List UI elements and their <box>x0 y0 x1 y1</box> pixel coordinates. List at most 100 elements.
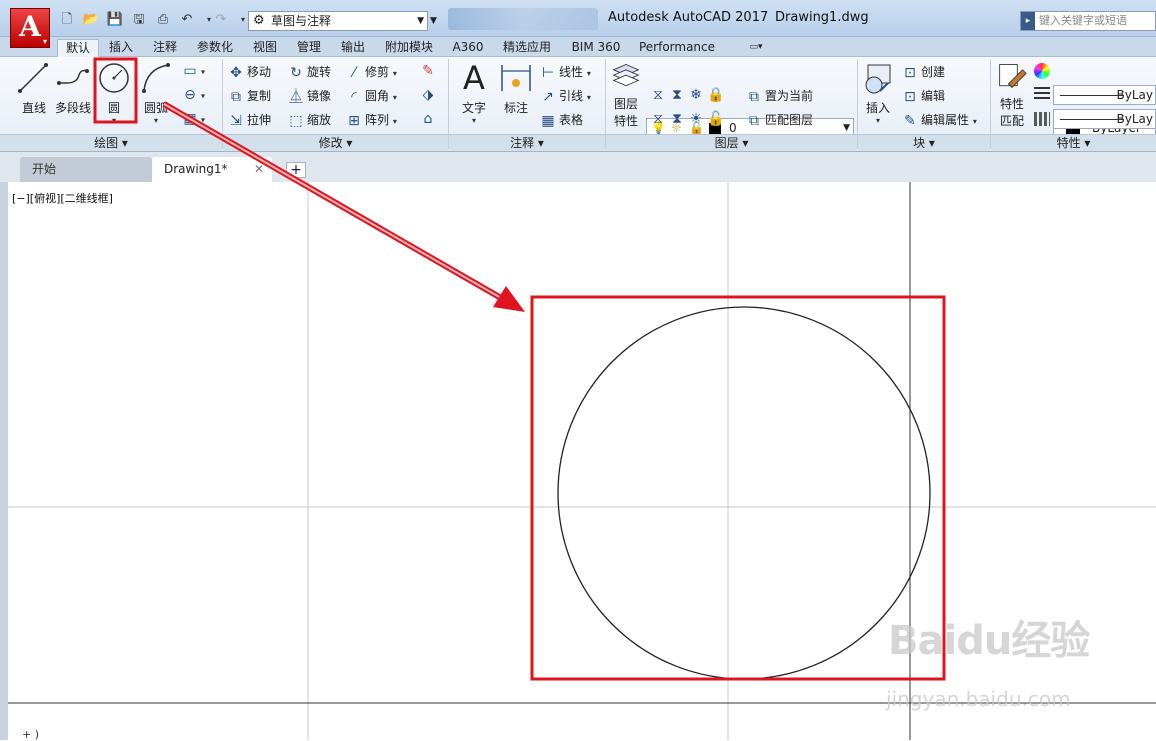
layer-on-icon: ⧖ <box>653 111 663 127</box>
tab-insert[interactable]: 插入 <box>104 39 138 57</box>
lineweight-dropdown[interactable]: ByLay <box>1053 85 1156 105</box>
text-button[interactable]: A 文字 ▾ <box>456 61 492 125</box>
layer-stack-icon <box>612 64 640 87</box>
block-panel-title[interactable]: 块 ▾ <box>858 134 990 151</box>
blurred-region <box>448 8 598 30</box>
rectangle-button[interactable]: ▭ ▾ <box>182 63 205 79</box>
modify-panel-title[interactable]: 修改 ▾ <box>223 134 448 151</box>
layers-panel-title[interactable]: 图层 ▾ <box>606 134 857 151</box>
edit-attributes-button[interactable]: ✎ 编辑属性 ▾ <box>902 111 977 129</box>
insert-block-button[interactable]: 插入 ▾ <box>860 61 896 125</box>
print-icon[interactable]: ⎙ <box>154 11 172 29</box>
redo-icon[interactable]: ↷ <box>212 11 230 29</box>
polyline-button[interactable]: 多段线 <box>54 61 92 116</box>
offset-icon: ⌂ <box>423 111 433 127</box>
tab-a360[interactable]: A360 <box>448 39 488 57</box>
tab-performance[interactable]: Performance <box>636 39 718 57</box>
linetype-icon[interactable] <box>1034 112 1050 126</box>
search-expand-icon: ▸ <box>1021 12 1035 30</box>
chevron-down-icon: ▾ <box>201 67 206 77</box>
layer-properties-button[interactable]: 图层 特性 <box>610 61 642 129</box>
tab-home[interactable]: 默认 <box>57 39 99 57</box>
layer-tools-row1[interactable]: ⧖ ⧗ ❄ 🔒 <box>650 87 726 103</box>
annotation-panel-title[interactable]: 注释 ▾ <box>449 134 605 151</box>
chevron-down-icon: ▾ <box>586 93 591 102</box>
match-properties-button[interactable]: 特性 匹配 <box>996 61 1028 129</box>
save-as-icon[interactable]: 🖫 <box>130 11 148 29</box>
tab-featured-apps[interactable]: 精选应用 <box>498 39 556 57</box>
application-menu-button[interactable]: A ▾ <box>10 8 50 48</box>
lineweight-icon[interactable] <box>1034 87 1050 101</box>
new-file-icon[interactable]: 🗋 <box>58 11 76 29</box>
polyline-icon <box>57 69 89 85</box>
chevron-down-icon: ▼ <box>417 16 424 26</box>
open-folder-icon[interactable]: 📂 <box>82 11 100 29</box>
make-current-icon: ⧉ <box>749 88 759 105</box>
tab-annotate[interactable]: 注释 <box>148 39 182 57</box>
boundary-button[interactable]: ▦ ▾ <box>182 111 205 127</box>
rotate-button[interactable]: ↻ 旋转 <box>288 63 331 81</box>
linear-button[interactable]: ⊢ 线性 ▾ <box>540 63 591 81</box>
tab-parametric[interactable]: 参数化 <box>192 39 238 57</box>
layer-unlock-icon: 🔓 <box>707 111 725 127</box>
ucs-icon-fragment: + ) <box>22 728 40 741</box>
tab-start[interactable]: 开始 <box>20 157 152 182</box>
create-block-button[interactable]: ⊡ 创建 <box>902 63 945 81</box>
hatch-button[interactable]: ⊖ ▾ <box>182 87 205 103</box>
rotate-icon: ↻ <box>290 64 302 81</box>
edit-block-button[interactable]: ⊡ 编辑 <box>902 87 945 105</box>
chevron-down-icon: ▾ <box>471 116 476 125</box>
leader-button[interactable]: ↗ 引线 ▾ <box>540 87 591 105</box>
layer-tools-row2[interactable]: ⧖ ⧗ ☀ 🔓 <box>650 111 726 127</box>
edit-attributes-icon: ✎ <box>904 112 916 129</box>
table-button[interactable]: ▦ 表格 <box>540 111 583 129</box>
erase-button[interactable]: ✎ <box>420 63 439 79</box>
stretch-icon: ⇲ <box>230 112 242 129</box>
properties-panel-title[interactable]: 特性 ▾ <box>991 134 1156 151</box>
close-icon[interactable]: ✕ <box>254 157 264 181</box>
linetype-dropdown[interactable]: ByLay <box>1053 109 1156 129</box>
offset-button[interactable]: ⌂ <box>420 111 439 127</box>
make-current-button[interactable]: ⧉ 置为当前 <box>746 87 813 105</box>
line-button[interactable]: 直线 <box>16 61 52 116</box>
arc-button[interactable]: 圆弧 ▾ <box>138 61 174 125</box>
linear-dimension-icon: ⊢ <box>541 64 555 81</box>
explode-button[interactable]: ⬗ <box>420 87 439 103</box>
customize-qat-icon[interactable]: ▼ <box>430 11 437 31</box>
array-button[interactable]: ⊞ 阵列 ▾ <box>346 111 397 129</box>
scale-button[interactable]: ⬚ 缩放 <box>288 111 331 129</box>
chevron-down-icon: ▾ <box>972 117 977 126</box>
search-input[interactable]: ▸ 键入关键字或短语 <box>1020 11 1156 31</box>
move-button[interactable]: ✥ 移动 <box>228 63 271 81</box>
dimension-label: 标注 <box>503 101 528 115</box>
match-layer-button[interactable]: ⧉ 匹配图层 <box>746 111 813 129</box>
circle-label: 圆 <box>107 101 120 115</box>
draw-panel-title[interactable]: 绘图 ▾ <box>0 134 222 151</box>
undo-icon[interactable]: ↶ <box>178 11 196 29</box>
mirror-button[interactable]: ⏅ 镜像 <box>288 87 331 105</box>
ribbon: 直线 多段线 圆 ▾ 圆弧 ▾ ▭ ▾ ⊖ ▾ ▦ ▾ 绘图 ▾ ✥ 移动 ↻ 旋转 ⁄ 修… <box>0 57 1156 152</box>
trim-button[interactable]: ⁄ 修剪 ▾ <box>346 63 397 81</box>
tab-bim360[interactable]: BIM 360 <box>566 39 626 57</box>
new-tab-button[interactable]: + <box>286 162 306 178</box>
fillet-button[interactable]: ◜ 圆角 ▾ <box>346 87 397 105</box>
ellipse-icon: ⊖ <box>184 87 196 103</box>
document-title: Drawing1.dwg <box>775 10 869 25</box>
text-a-icon: A <box>463 59 485 97</box>
tab-view[interactable]: 视图 <box>248 39 282 57</box>
tab-drawing1[interactable]: Drawing1* ✕ <box>152 157 272 182</box>
dimension-button[interactable]: 标注 <box>498 61 534 116</box>
tab-output[interactable]: 输出 <box>336 39 370 57</box>
workspace-selector[interactable]: ⚙ 草图与注释 ▼ <box>248 11 428 31</box>
viewport-controls[interactable]: [−][俯视][二维线框] <box>12 190 113 206</box>
color-wheel-icon[interactable] <box>1034 63 1050 79</box>
tab-addins[interactable]: 附加模块 <box>380 39 438 57</box>
layer-properties-label2: 特性 <box>613 114 638 128</box>
circle-button[interactable]: 圆 ▾ <box>96 61 132 125</box>
tab-manage[interactable]: 管理 <box>292 39 326 57</box>
stretch-button[interactable]: ⇲ 拉伸 <box>228 111 271 129</box>
ribbon-minimize-icon[interactable]: ▭▾ <box>742 39 770 57</box>
save-icon[interactable]: 💾 <box>106 11 124 29</box>
line-icon <box>18 63 48 93</box>
copy-button[interactable]: ⧉ 复制 <box>228 87 271 105</box>
